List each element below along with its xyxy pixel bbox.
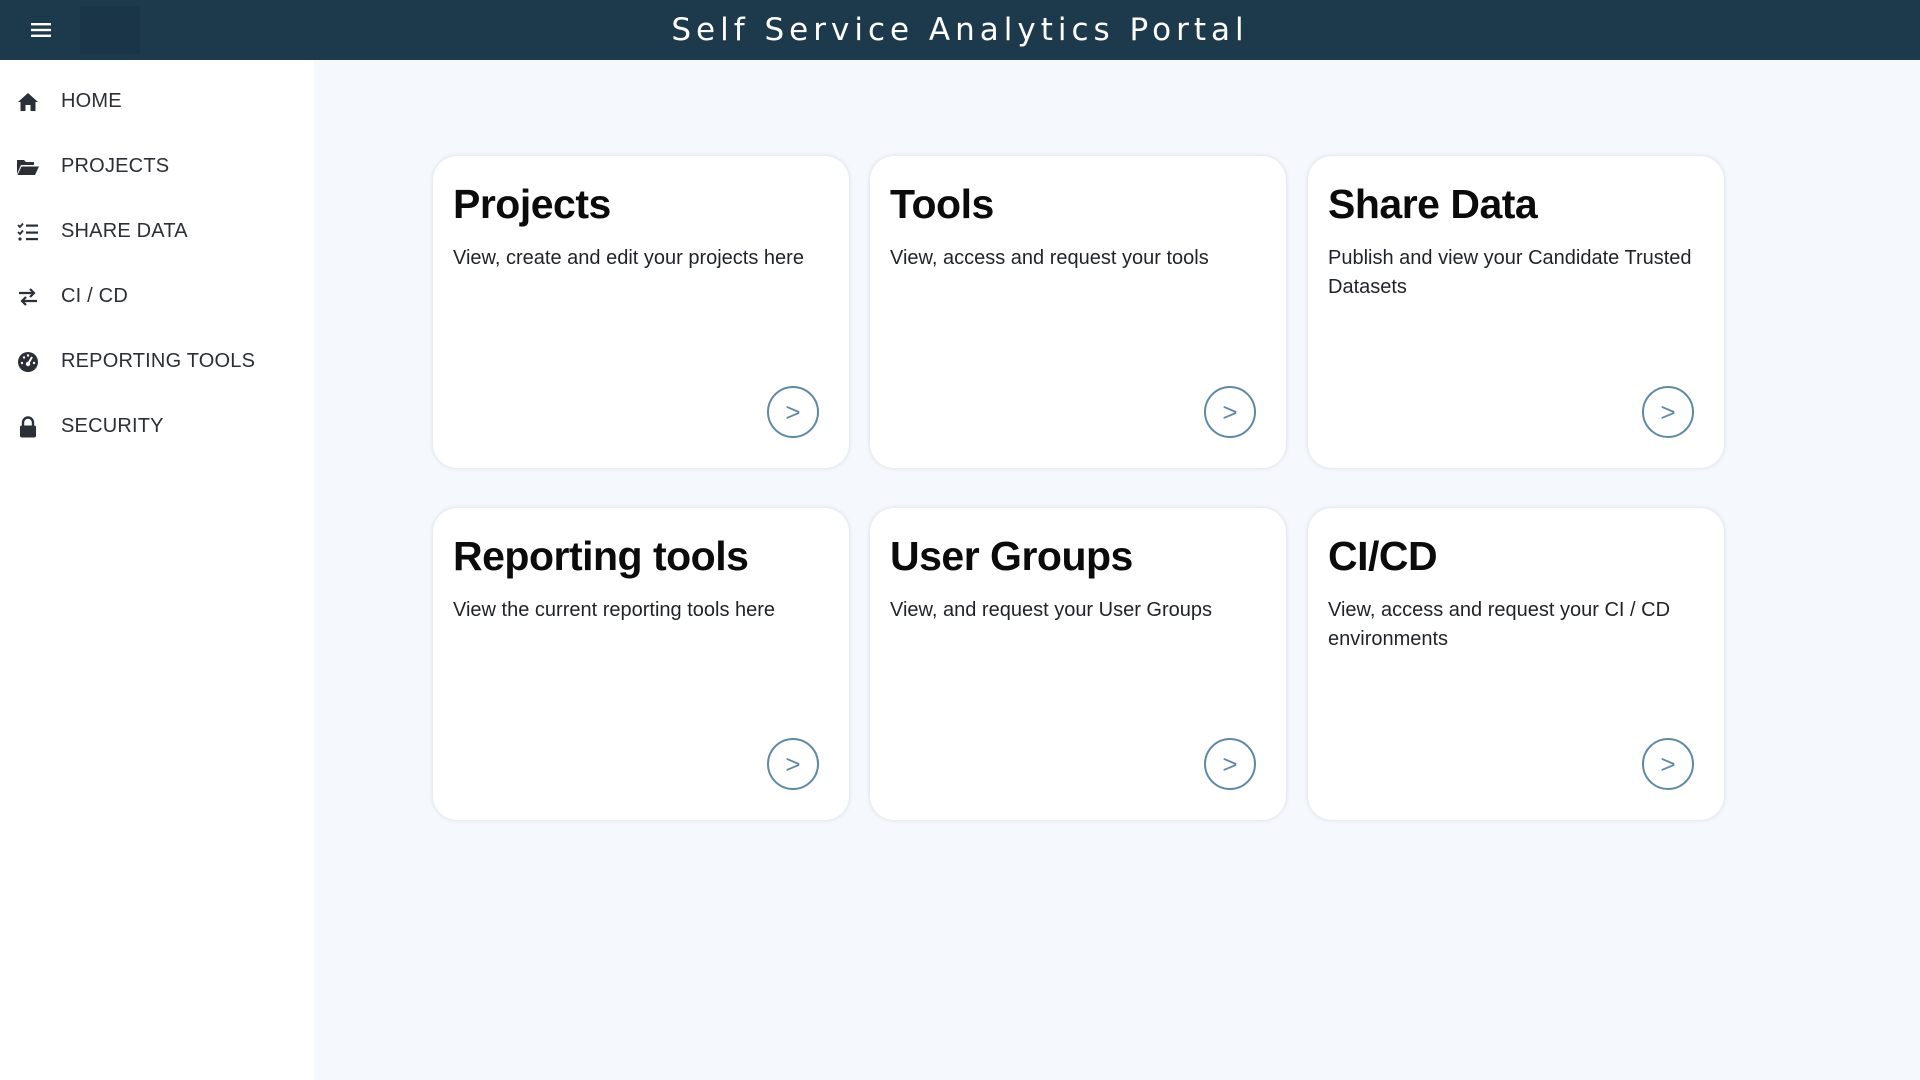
card-description: View the current reporting tools here — [453, 599, 776, 621]
home-icon — [16, 90, 40, 114]
top-bar: Self Service Analytics Portal — [0, 0, 1920, 60]
arrow-right-button[interactable]: > — [767, 386, 819, 438]
sidebar-item-label: CI / CD — [61, 285, 128, 307]
card-description: View, access and request your CI / CD en… — [1328, 599, 1671, 650]
sidebar: HOME PROJECTS SHARE DATA CI / CD REPORTI… — [0, 60, 314, 1080]
hamburger-menu-icon[interactable] — [24, 14, 58, 46]
sidebar-item-home[interactable]: HOME — [0, 69, 314, 134]
card-title: Reporting tools — [453, 533, 749, 579]
arrow-right-button[interactable]: > — [1642, 386, 1694, 438]
card-tools[interactable]: Tools View, access and request your tool… — [870, 156, 1286, 468]
card-description: View, create and edit your projects here — [453, 247, 804, 269]
card-reporting-tools[interactable]: Reporting tools View the current reporti… — [433, 508, 849, 820]
sidebar-item-share-data[interactable]: SHARE DATA — [0, 199, 314, 264]
card-description: View, access and request your tools — [890, 247, 1209, 269]
sidebar-item-label: SHARE DATA — [61, 220, 188, 242]
sidebar-item-projects[interactable]: PROJECTS — [0, 134, 314, 199]
sidebar-item-ci-cd[interactable]: CI / CD — [0, 264, 314, 329]
card-title: Tools — [890, 181, 994, 227]
folder-open-icon — [16, 155, 40, 179]
arrow-right-button[interactable]: > — [1204, 386, 1256, 438]
card-title: Share Data — [1328, 181, 1538, 227]
arrow-right-button[interactable]: > — [767, 738, 819, 790]
sidebar-item-label: SECURITY — [61, 415, 164, 437]
card-title: Projects — [453, 181, 611, 227]
logo — [80, 6, 140, 54]
lock-icon — [16, 415, 40, 439]
card-user-groups[interactable]: User Groups View, and request your User … — [870, 508, 1286, 820]
main-content: Projects View, create and edit your proj… — [314, 60, 1920, 1080]
sidebar-item-label: REPORTING TOOLS — [61, 350, 256, 372]
gauge-icon — [16, 350, 40, 374]
card-description: View, and request your User Groups — [890, 599, 1213, 621]
card-title: User Groups — [890, 533, 1133, 579]
swap-arrows-icon — [16, 285, 40, 309]
card-projects[interactable]: Projects View, create and edit your proj… — [433, 156, 849, 468]
card-share-data[interactable]: Share Data Publish and view your Candida… — [1308, 156, 1724, 468]
app-title: Self Service Analytics Portal — [671, 12, 1249, 48]
sidebar-item-reporting-tools[interactable]: REPORTING TOOLS — [0, 329, 314, 394]
arrow-right-button[interactable]: > — [1204, 738, 1256, 790]
card-description: Publish and view your Candidate Trusted … — [1328, 247, 1692, 298]
arrow-right-button[interactable]: > — [1642, 738, 1694, 790]
card-title: CI/CD — [1328, 533, 1438, 579]
sidebar-item-label: HOME — [61, 90, 122, 112]
card-ci-cd[interactable]: CI/CD View, access and request your CI /… — [1308, 508, 1724, 820]
sidebar-item-security[interactable]: SECURITY — [0, 394, 314, 459]
sidebar-item-label: PROJECTS — [61, 155, 170, 177]
checklist-icon — [16, 220, 40, 244]
